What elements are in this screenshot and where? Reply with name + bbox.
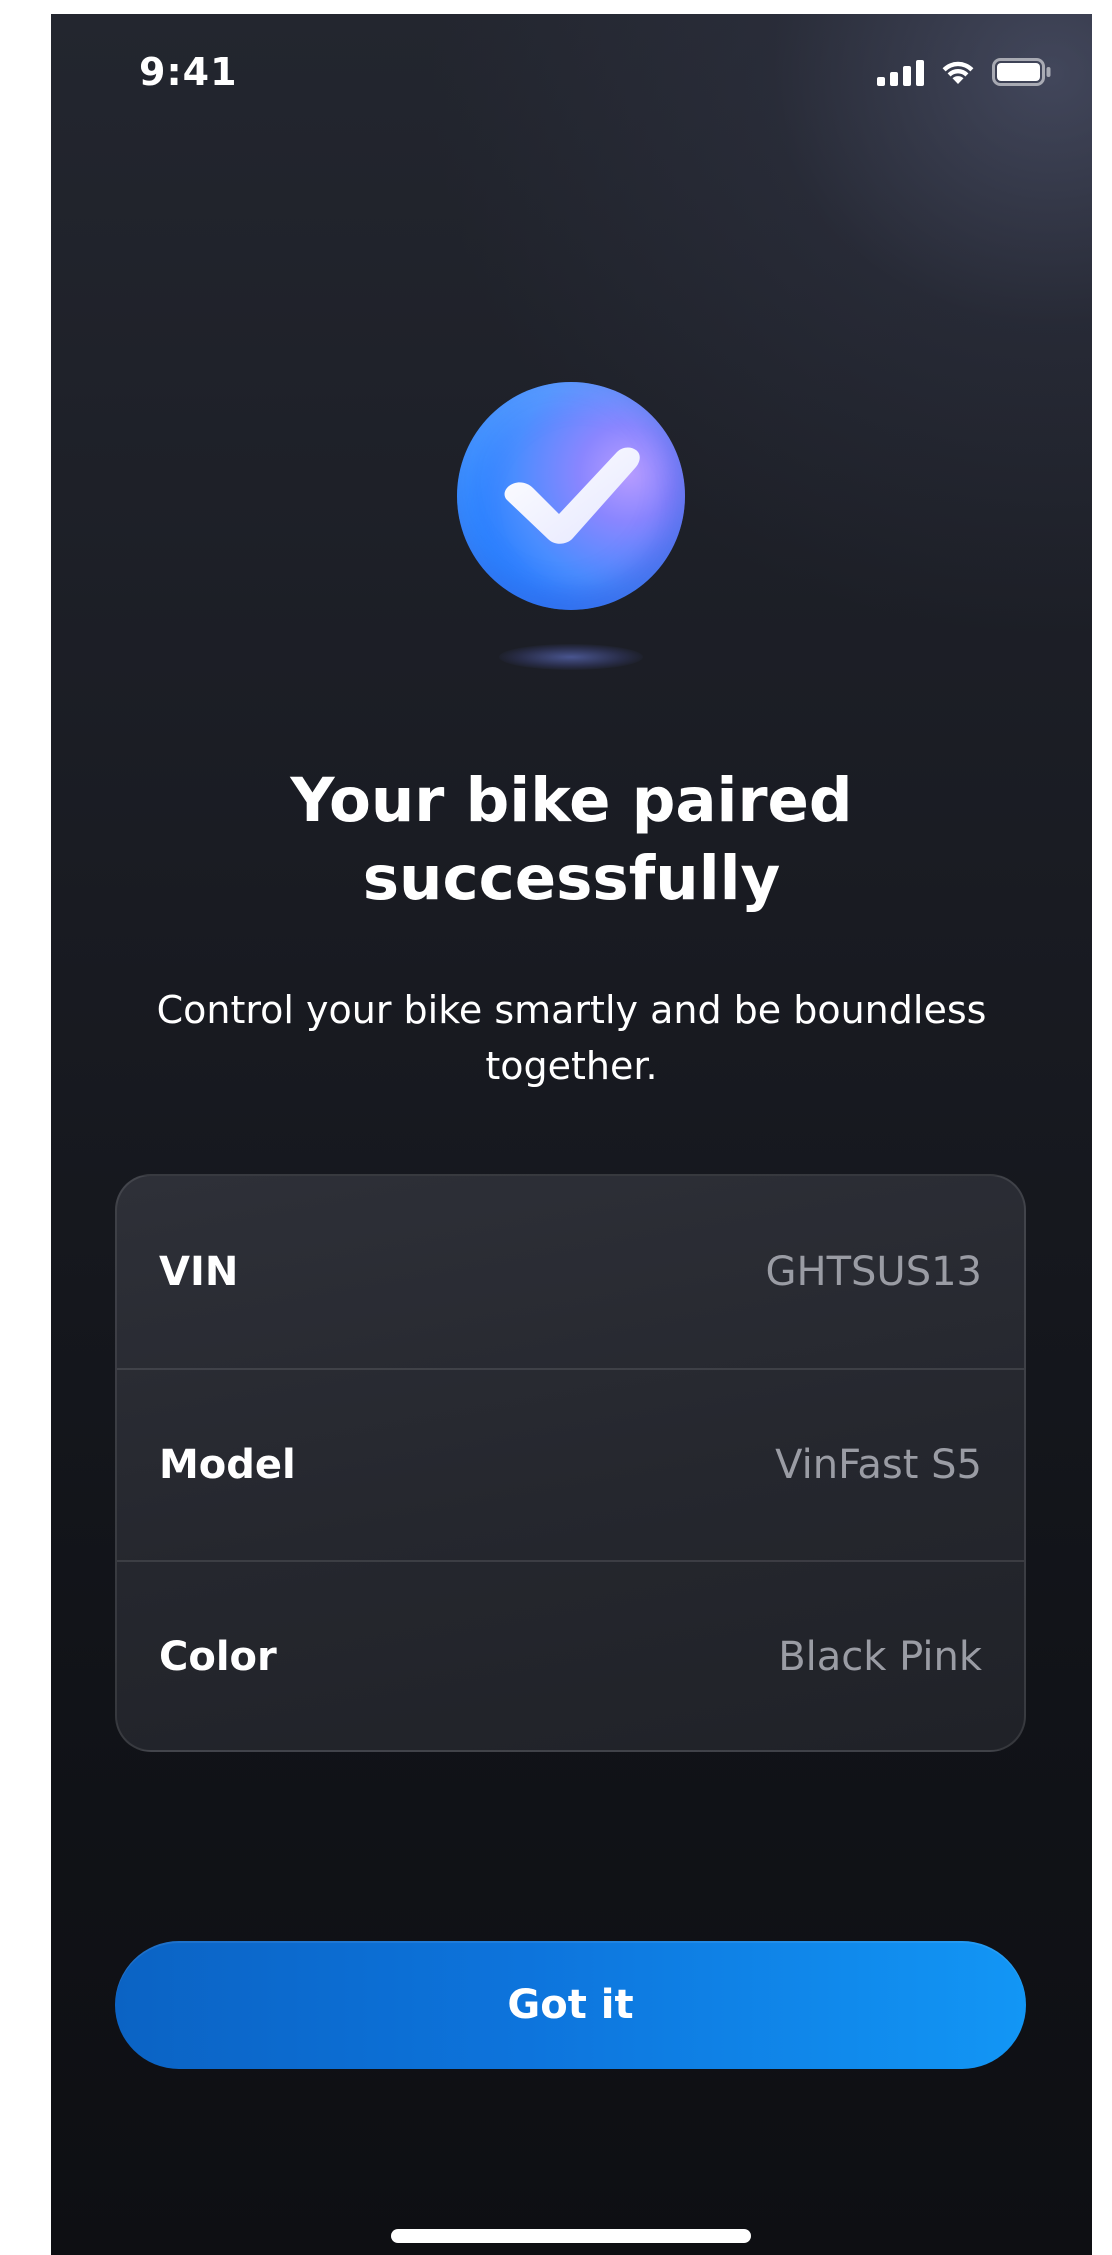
bike-info-card: VIN GHTSUS13 Model VinFast S5 Color Blac… <box>115 1174 1026 1752</box>
info-value: VinFast S5 <box>775 1442 982 1488</box>
info-label: Model <box>159 1442 296 1488</box>
status-bar: 9:41 <box>51 14 1092 134</box>
got-it-button[interactable]: Got it <box>115 1941 1026 2069</box>
success-badge <box>457 382 685 682</box>
badge-shadow <box>499 644 643 670</box>
info-row-color: Color Black Pink <box>117 1560 1024 1750</box>
title-line-1: Your bike paired <box>290 765 853 836</box>
info-label: Color <box>159 1634 277 1680</box>
wifi-icon <box>940 58 976 86</box>
title-line-2: successfully <box>362 843 781 914</box>
page-title: Your bike paired successfully <box>51 762 1092 918</box>
info-label: VIN <box>159 1249 239 1295</box>
page-subtitle: Control your bike smartly and be boundle… <box>156 988 987 1088</box>
checkmark-icon <box>457 382 685 610</box>
phone-screen: 9:41 Your bike paired successfully Contr… <box>51 14 1092 2255</box>
status-icons <box>877 58 1052 86</box>
battery-icon <box>992 58 1052 86</box>
signal-icon <box>877 60 924 86</box>
info-row-vin: VIN GHTSUS13 <box>117 1176 1024 1368</box>
info-row-model: Model VinFast S5 <box>117 1368 1024 1560</box>
home-indicator <box>391 2229 751 2243</box>
status-time: 9:41 <box>139 50 238 94</box>
info-value: Black Pink <box>778 1634 982 1680</box>
info-value: GHTSUS13 <box>765 1249 982 1295</box>
